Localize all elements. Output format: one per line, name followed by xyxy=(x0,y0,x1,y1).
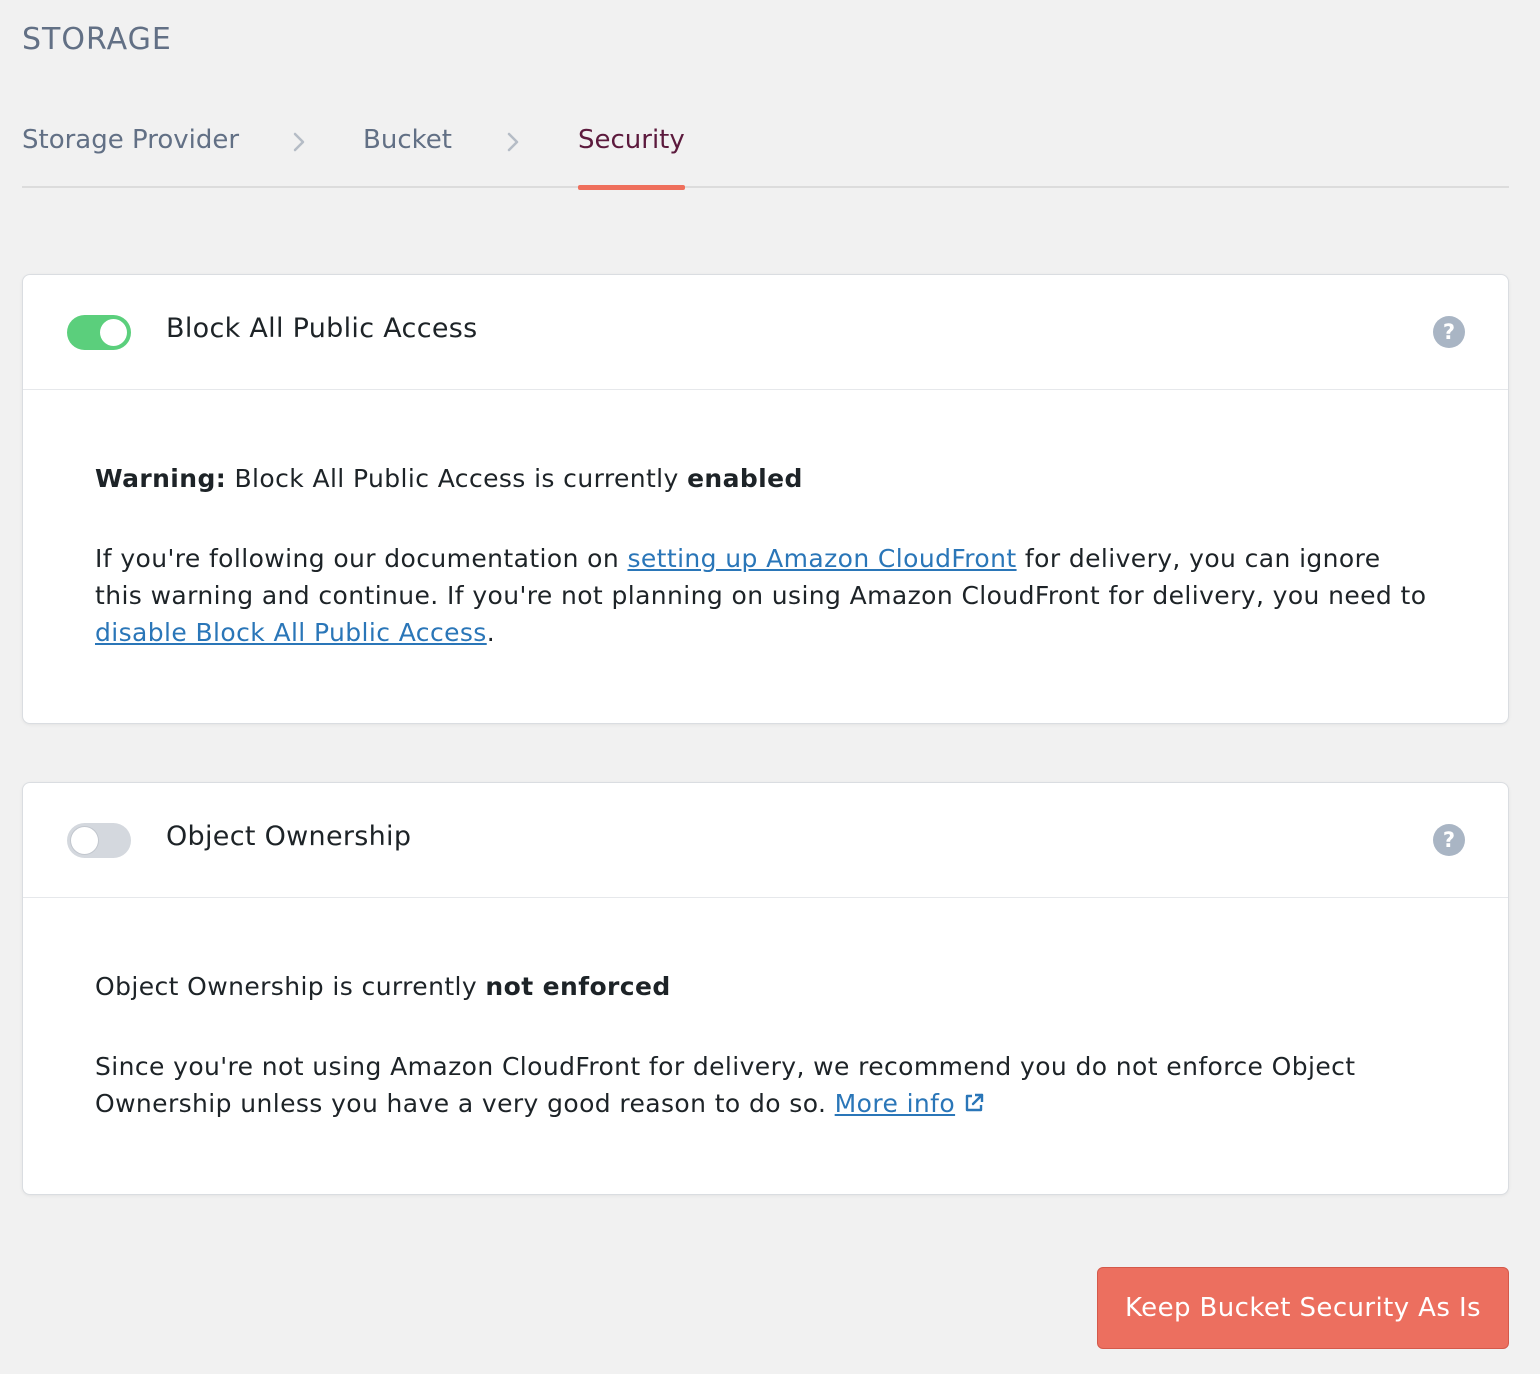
toggle-knob xyxy=(71,827,98,854)
step-storage-provider[interactable]: Storage Provider xyxy=(22,116,239,188)
disable-block-public-access-link[interactable]: disable Block All Public Access xyxy=(95,618,487,647)
step-security[interactable]: Security xyxy=(578,116,685,190)
status-text: Object Ownership is currently xyxy=(95,972,486,1001)
description-text: If you're following our documentation on xyxy=(95,544,628,573)
more-info-link[interactable]: More info xyxy=(835,1089,955,1118)
object-ownership-toggle[interactable] xyxy=(67,823,131,858)
panel-body: Warning: Block All Public Access is curr… xyxy=(23,390,1508,651)
object-ownership-panel: Object Ownership ? Object Ownership is c… xyxy=(22,782,1509,1195)
external-link-icon[interactable] xyxy=(963,1092,985,1114)
warning-label: Warning: xyxy=(95,464,227,493)
warning-state: enabled xyxy=(687,464,803,493)
wizard-steps: Storage Provider Bucket Security xyxy=(22,116,1509,190)
keep-bucket-security-button[interactable]: Keep Bucket Security As Is xyxy=(1097,1267,1509,1349)
step-bucket[interactable]: Bucket xyxy=(363,116,452,188)
ownership-description: Since you're not using Amazon CloudFront… xyxy=(95,1048,1436,1122)
block-public-access-toggle[interactable] xyxy=(67,315,131,350)
storage-security-page: STORAGE Storage Provider Bucket Security… xyxy=(0,0,1540,1374)
panel-title: Block All Public Access xyxy=(166,313,478,344)
block-public-access-panel: Block All Public Access ? Warning: Block… xyxy=(22,274,1509,724)
chevron-right-icon xyxy=(293,132,305,152)
panel-header: Object Ownership ? xyxy=(23,783,1508,898)
help-icon[interactable]: ? xyxy=(1433,316,1465,348)
chevron-right-icon xyxy=(507,132,519,152)
panel-body: Object Ownership is currently not enforc… xyxy=(23,898,1508,1122)
cloudfront-docs-link[interactable]: setting up Amazon CloudFront xyxy=(627,544,1016,573)
status-line: Object Ownership is currently not enforc… xyxy=(95,968,1436,1005)
description-text: . xyxy=(486,618,496,647)
toggle-knob xyxy=(100,319,127,346)
help-icon[interactable]: ? xyxy=(1433,824,1465,856)
panel-header: Block All Public Access ? xyxy=(23,275,1508,390)
warning-line: Warning: Block All Public Access is curr… xyxy=(95,460,1436,497)
status-state: not enforced xyxy=(485,972,671,1001)
section-heading: STORAGE xyxy=(22,22,172,57)
warning-text: Block All Public Access is currently xyxy=(226,464,688,493)
warning-description: If you're following our documentation on… xyxy=(95,540,1436,651)
description-text: Since you're not using Amazon CloudFront… xyxy=(95,1052,1356,1118)
panel-title: Object Ownership xyxy=(166,821,412,852)
